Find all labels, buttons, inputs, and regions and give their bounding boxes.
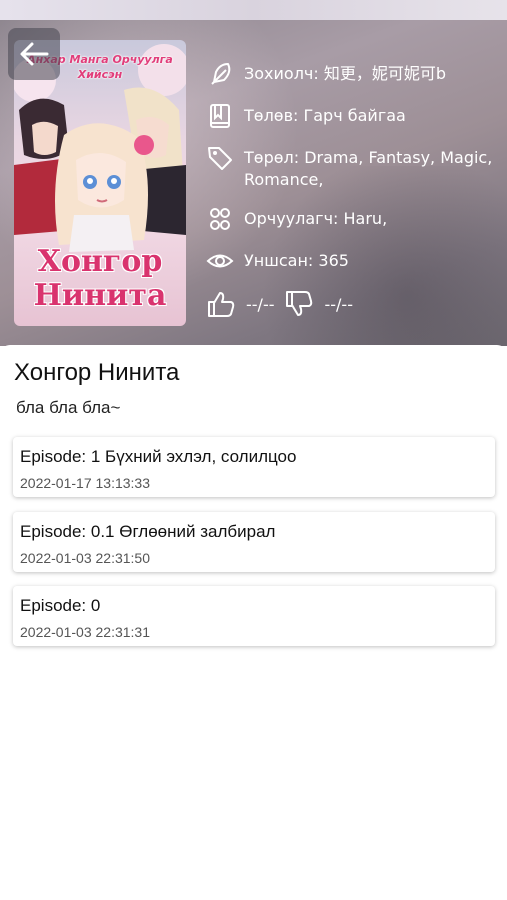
- main-content: Хонгор Нинита бла бла бла~ Episode: 1 Бү…: [0, 345, 507, 900]
- episode-title: Episode: 1 Бүхний эхлэл, солилцоо: [20, 447, 297, 466]
- arrow-left-icon: [20, 42, 49, 66]
- episode-title: Episode: 0.1 Өглөөний залбирал: [20, 522, 276, 541]
- status-bar-strip: [0, 0, 507, 20]
- manga-header: Анхар Манга Орчуулга Хийсэн Хонгор Нинит…: [0, 20, 507, 346]
- episode-date: 2022-01-17 13:13:33: [20, 475, 150, 491]
- dislike-count: --/--: [324, 294, 353, 314]
- thumbs-up-icon[interactable]: [206, 289, 236, 319]
- episode-item[interactable]: Episode: 0.1 Өглөөний залбирал 2022-01-0…: [13, 512, 495, 572]
- episode-item[interactable]: Episode: 0 2022-01-03 22:31:31: [13, 586, 495, 646]
- views-row: Уншсан: 365: [206, 247, 502, 275]
- feather-icon: [211, 63, 231, 85]
- manga-info: Зохиолч: 知更，妮可妮可b Төлөв: Гарч байгаа Төр…: [206, 60, 502, 319]
- cover-title: Хонгор Нинита: [33, 244, 167, 313]
- genre-row: Төрөл: Drama, Fantasy, Magic, Romance,: [206, 144, 502, 191]
- episode-date: 2022-01-03 22:31:50: [20, 550, 150, 566]
- translator-text: Орчуулагч: Haru,: [244, 209, 388, 228]
- eye-icon: [206, 254, 234, 268]
- cover-image: Анхар Манга Орчуулга Хийсэн Хонгор Нинит…: [14, 40, 186, 326]
- like-count: --/--: [246, 294, 275, 314]
- status-text: Төлөв: Гарч байгаа: [244, 106, 406, 125]
- page-title: Хонгор Нинита: [14, 359, 180, 386]
- status-row: Төлөв: Гарч байгаа: [206, 102, 502, 130]
- author-row: Зохиолч: 知更，妮可妮可b: [206, 60, 502, 88]
- translator-row: Орчуулагч: Haru,: [206, 205, 502, 233]
- manga-description: бла бла бла~: [16, 398, 121, 417]
- episode-item[interactable]: Episode: 1 Бүхний эхлэл, солилцоо 2022-0…: [13, 437, 495, 497]
- genre-text: Төрөл: Drama, Fantasy, Magic, Romance,: [244, 148, 493, 189]
- views-text: Уншсан: 365: [244, 251, 349, 270]
- thumbs-down-icon[interactable]: [284, 289, 314, 319]
- back-button[interactable]: [8, 28, 60, 80]
- episode-title: Episode: 0: [20, 596, 101, 615]
- book-icon: [210, 104, 230, 128]
- group-icon: [210, 208, 230, 230]
- tag-icon: [208, 147, 232, 170]
- episode-date: 2022-01-03 22:31:31: [20, 624, 150, 640]
- author-text: Зохиолч: 知更，妮可妮可b: [244, 64, 447, 83]
- vote-row: --/-- --/--: [206, 289, 502, 319]
